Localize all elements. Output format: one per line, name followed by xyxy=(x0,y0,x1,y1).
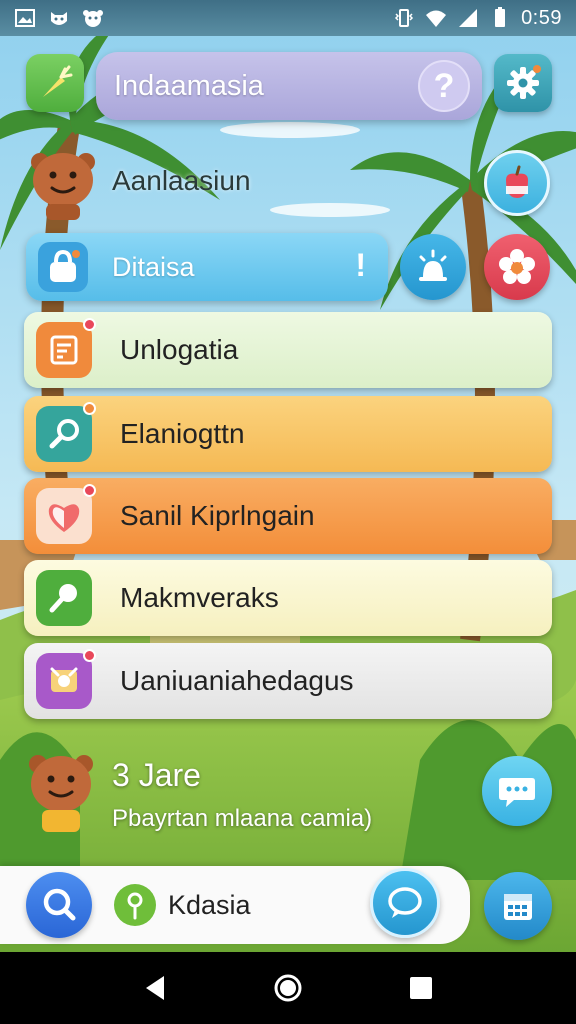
magnifier-icon-wrap xyxy=(36,402,96,462)
heart-icon-wrap xyxy=(36,484,96,544)
list-item-label: Uaniuaniahedagus xyxy=(120,665,354,696)
battery-icon xyxy=(495,7,506,27)
apple-icon xyxy=(506,165,528,198)
clock: 0:59 xyxy=(521,6,562,29)
chat-button[interactable] xyxy=(370,868,440,938)
recents-icon[interactable] xyxy=(408,975,434,1001)
notification-dot xyxy=(83,649,96,662)
subtitle-label: Pbayrtan mlaana camia) xyxy=(112,805,373,832)
list-item[interactable]: Unlogatia xyxy=(24,312,552,388)
help-label: ? xyxy=(433,66,455,105)
list-item[interactable]: Uaniuaniahedagus xyxy=(24,643,552,719)
back-icon[interactable] xyxy=(142,974,168,1002)
search-bar[interactable]: Indaamasia ? xyxy=(96,52,482,120)
chat-bubble-icon xyxy=(388,887,422,918)
bag-icon-wrap xyxy=(38,242,88,292)
paddle-icon-wrap xyxy=(36,570,92,626)
location-label: Kdasia xyxy=(168,889,251,920)
dog-face-icon xyxy=(83,10,103,27)
list-item[interactable]: Elaniogttn xyxy=(24,396,552,472)
location-pin-wrap xyxy=(114,884,156,926)
bear-mascot-icon xyxy=(29,755,93,832)
photo-icon-wrap xyxy=(36,649,96,709)
list-item-label: Unlogatia xyxy=(120,334,239,365)
flower-button[interactable] xyxy=(484,234,550,300)
list-item-label: Makmveraks xyxy=(120,582,279,613)
signal-icon xyxy=(459,9,478,27)
location-tab[interactable]: Kdasia xyxy=(114,884,251,926)
notification-dot xyxy=(83,484,96,497)
alarm-light-button[interactable] xyxy=(400,234,466,300)
banner-label: Ditaisa xyxy=(112,251,195,282)
settings-button[interactable] xyxy=(494,54,552,112)
search-text: Indaamasia xyxy=(114,69,264,102)
alarm-light-icon xyxy=(419,249,447,281)
banner-badge: ! xyxy=(355,247,366,283)
vibrate-icon xyxy=(395,9,414,27)
flower-icon xyxy=(499,249,535,284)
search-button[interactable] xyxy=(26,872,92,938)
menu-button[interactable] xyxy=(26,54,84,112)
system-nav-bar xyxy=(0,952,576,1024)
bag-icon xyxy=(50,249,80,282)
list-item-label: Sanil Kiprlngain xyxy=(120,500,315,531)
speech-bubble-button[interactable] xyxy=(482,756,552,826)
list-item[interactable]: Makmveraks xyxy=(24,560,552,636)
home-icon[interactable] xyxy=(272,972,304,1004)
gallery-icon xyxy=(15,9,35,27)
search-icon xyxy=(43,888,76,921)
alert-banner[interactable]: Ditaisa ! xyxy=(26,233,388,301)
speech-bubble-icon xyxy=(499,778,535,807)
greeting-text: Aanlaasiun xyxy=(112,165,251,196)
magnifier-icon xyxy=(49,419,79,449)
note-icon xyxy=(50,335,78,365)
carrot-icon xyxy=(43,65,73,97)
list-item-label: Elaniogttn xyxy=(120,418,245,449)
notification-dot xyxy=(83,402,96,415)
gear-icon xyxy=(507,65,541,99)
heart-icon xyxy=(48,504,80,532)
status-bar: 0:59 xyxy=(0,0,576,36)
wifi-icon xyxy=(426,10,447,27)
paddle-icon xyxy=(49,584,77,613)
count-label: 3 Jare xyxy=(112,757,201,793)
apple-button[interactable] xyxy=(484,150,550,216)
location-pin-icon xyxy=(127,892,143,920)
notification-dot xyxy=(83,318,96,331)
photo-icon xyxy=(50,667,78,692)
calendar-button[interactable] xyxy=(484,872,552,940)
help-button[interactable]: ? xyxy=(418,60,470,112)
calendar-icon xyxy=(504,894,532,920)
cat-face-icon xyxy=(51,12,67,25)
list-item[interactable]: Sanil Kiprlngain xyxy=(24,478,552,554)
bear-mascot-icon xyxy=(31,153,95,220)
note-icon-wrap xyxy=(36,318,96,378)
